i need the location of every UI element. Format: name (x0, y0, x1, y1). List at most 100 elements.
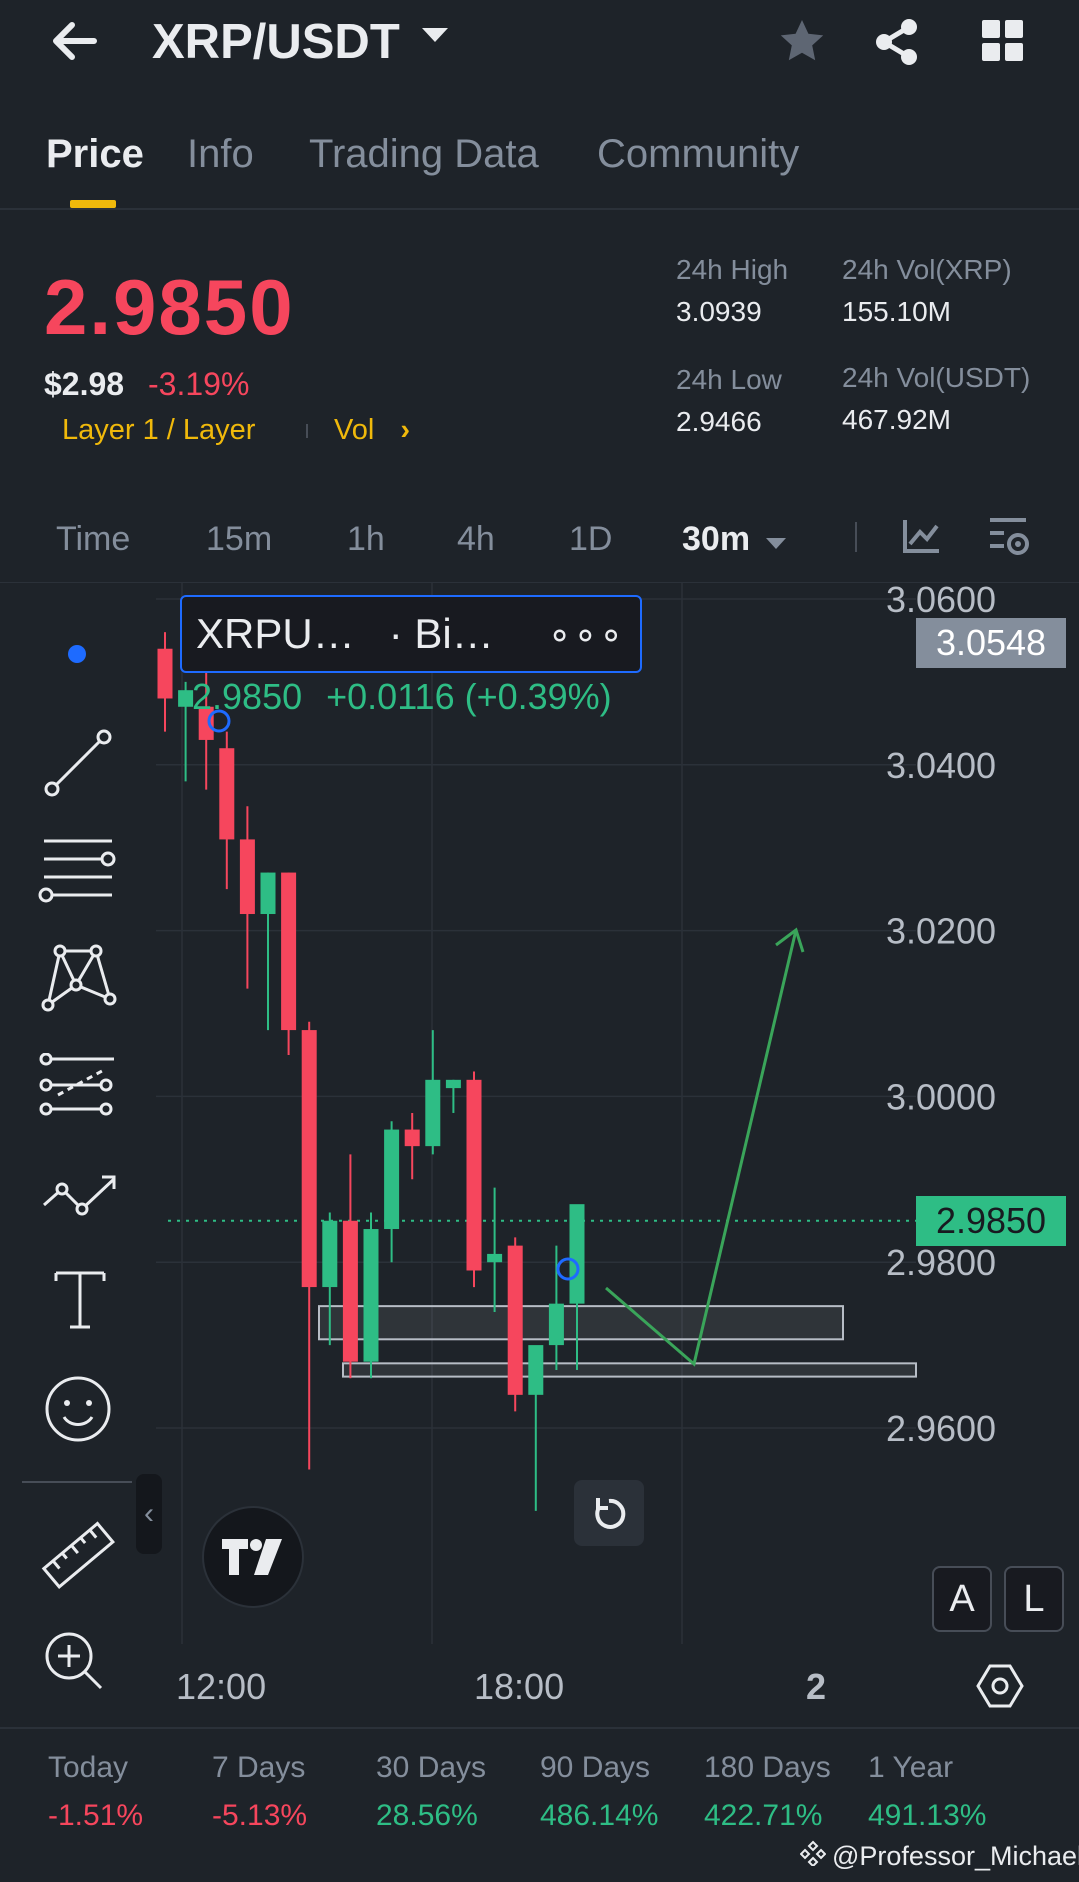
tab-community[interactable]: Community (597, 132, 799, 177)
perf-label: 7 Days (212, 1751, 306, 1784)
support-zone (342, 1362, 917, 1378)
back-icon[interactable] (48, 18, 100, 64)
crosshair-price-label: 3.0548 (916, 618, 1066, 668)
tab-trading-data[interactable]: Trading Data (309, 132, 539, 177)
candle-body (301, 1030, 317, 1288)
tab-info[interactable]: Info (187, 132, 254, 177)
candle-body (322, 1220, 338, 1288)
y-tick-label: 3.0200 (886, 911, 996, 952)
x-tick-label: 12:00 (176, 1666, 267, 1707)
legend-price: 2.9850 (192, 676, 303, 717)
candle (157, 632, 173, 732)
candle (219, 731, 235, 890)
trendline-icon[interactable] (40, 725, 116, 806)
perf-today: Today -1.51% (48, 1751, 143, 1833)
timeframe-4h[interactable]: 4h (457, 520, 495, 559)
watermark-text: @Professor_Michael (832, 1841, 1079, 1871)
stat-24h-high-label: 24h High (676, 254, 789, 285)
stat-24h-high-value: 3.0939 (676, 296, 762, 327)
candle (466, 1071, 482, 1288)
candle (239, 806, 255, 989)
favorite-star-icon[interactable] (778, 18, 826, 69)
support-zone (318, 1305, 844, 1341)
path-icon[interactable] (38, 1165, 120, 1230)
tradingview-logo[interactable] (202, 1506, 304, 1608)
perf-value: 491.13% (868, 1799, 987, 1832)
candle-body (219, 748, 235, 840)
pattern-icon[interactable] (38, 941, 120, 1020)
candle (404, 1112, 420, 1180)
y-tick-label: 2.9600 (886, 1408, 996, 1449)
candle-body (178, 690, 194, 707)
candle (507, 1237, 523, 1412)
candle-body (487, 1253, 503, 1263)
legend-values: 2.9850 +0.0116 (+0.39%) (192, 676, 612, 718)
candle (342, 1154, 358, 1379)
perf-label: 30 Days (376, 1751, 487, 1784)
horizontal-lines-icon[interactable] (36, 835, 120, 910)
indicators-icon[interactable] (902, 518, 942, 559)
category-tag[interactable]: Layer 1 / Layer (62, 414, 255, 447)
tab-active-indicator (70, 200, 116, 208)
text-icon[interactable] (52, 1269, 108, 1336)
price-change: -3.19% (148, 366, 250, 402)
timeframe-time[interactable]: Time (56, 520, 130, 559)
support-zones (318, 1305, 917, 1378)
candle-body (548, 1303, 564, 1346)
auto-scale-button[interactable]: A (932, 1566, 992, 1632)
candle-body (569, 1204, 585, 1304)
timeframe-selected[interactable]: 30m (682, 520, 787, 559)
grid-menu-icon[interactable] (982, 20, 1024, 67)
candles (157, 632, 585, 1511)
timeframe-1h[interactable]: 1h (347, 520, 385, 559)
emoji-icon[interactable] (42, 1373, 114, 1450)
candle (301, 1021, 317, 1470)
axis-settings-icon[interactable] (976, 1662, 1024, 1715)
pair-selector[interactable]: XRP/USDT (152, 14, 448, 70)
candle (548, 1245, 564, 1370)
last-price-label: 2.9850 (916, 1196, 1066, 1246)
candle (281, 872, 297, 1055)
stat-24h-low-value: 2.9466 (676, 406, 762, 437)
perf-1-year: 1 Year 491.13% (868, 1751, 986, 1833)
perf-90-days: 90 Days 486.14% (540, 1751, 658, 1833)
perf-30-days: 30 Days 28.56% (376, 1751, 486, 1833)
y-tick-label: 3.0000 (886, 1076, 996, 1117)
candle-body (528, 1345, 544, 1395)
candle (487, 1187, 503, 1312)
tab-price[interactable]: Price (46, 132, 144, 177)
toolbar-divider (22, 1481, 132, 1483)
ruler-icon[interactable] (38, 1515, 120, 1602)
y-tick-label: 3.0600 (886, 583, 996, 620)
chevron-right-icon: › (400, 414, 411, 446)
perf-label: 1 Year (868, 1751, 954, 1784)
reset-chart-button[interactable] (574, 1480, 644, 1546)
timeframe-1d[interactable]: 1D (569, 520, 612, 559)
vol-link[interactable]: Vol › (334, 414, 410, 447)
projection-arrow (605, 929, 798, 1367)
candle-body (342, 1220, 358, 1362)
candle-body (445, 1079, 461, 1089)
zoom-in-icon[interactable] (42, 1629, 108, 1700)
chart-settings-icon[interactable] (988, 516, 1032, 563)
legend-more-icon[interactable]: ∘∘∘ (548, 612, 625, 657)
stat-vol-xrp-label: 24h Vol(XRP) (842, 254, 1012, 285)
perf-180-days: 180 Days 422.71% (704, 1751, 831, 1833)
dot-icon[interactable] (68, 645, 86, 663)
tag-separator (306, 424, 308, 438)
timeframe-divider (855, 522, 857, 552)
y-tick-label: 2.9800 (886, 1242, 996, 1283)
candle-body (425, 1079, 441, 1147)
candle-body (239, 839, 255, 915)
watermark: @Professor_Michael (799, 1840, 1079, 1873)
x-tick-label: 2 (806, 1666, 827, 1707)
usd-price: $2.98 (44, 366, 125, 402)
share-icon[interactable] (874, 18, 920, 71)
log-scale-button[interactable]: L (1004, 1566, 1064, 1632)
timeframe-15m[interactable]: 15m (206, 520, 272, 559)
chart-legend-box[interactable]: XRPU… · Bi… ∘∘∘ (180, 595, 642, 673)
fib-icon[interactable] (38, 1052, 120, 1122)
caret-down-icon (421, 27, 448, 49)
legend-change: +0.0116 (+0.39%) (326, 676, 612, 717)
tabs-divider (0, 208, 1079, 210)
